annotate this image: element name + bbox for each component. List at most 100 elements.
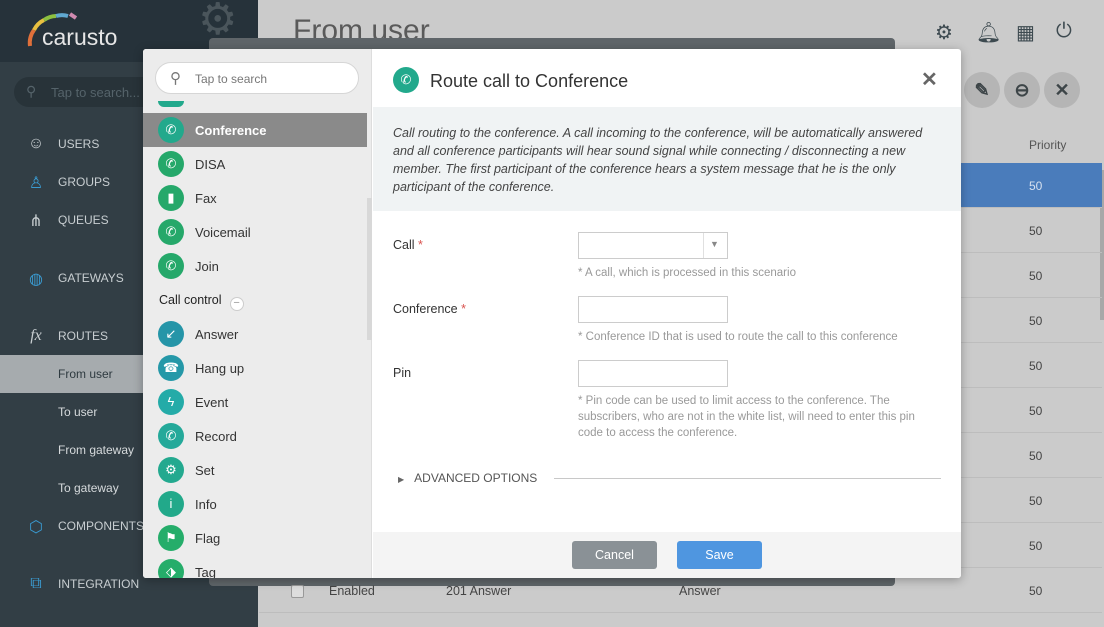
label: GROUPS bbox=[58, 175, 111, 189]
apps-grid-icon[interactable]: ▦ bbox=[1016, 20, 1035, 45]
priority-cell: 50 bbox=[1029, 539, 1043, 553]
label: GATEWAYS bbox=[58, 271, 124, 285]
list-item-record[interactable]: ✆ Record bbox=[143, 419, 367, 453]
label: QUEUES bbox=[58, 213, 109, 227]
priority-cell: 50 bbox=[1029, 359, 1043, 373]
integration-icon: ⧉ bbox=[30, 575, 42, 592]
partial-list-icon bbox=[158, 101, 184, 107]
priority-cell: 50 bbox=[1029, 224, 1043, 238]
edit-button[interactable]: ✎ bbox=[964, 72, 1000, 108]
search-placeholder: Tap to search... bbox=[51, 85, 140, 100]
pin-label: Pin bbox=[393, 366, 412, 380]
pin-input[interactable] bbox=[578, 360, 728, 387]
list-item-answer[interactable]: ↙ Answer bbox=[143, 317, 367, 351]
settings-icon[interactable]: ⚙ bbox=[935, 20, 953, 45]
call-select[interactable]: ▼ bbox=[578, 232, 728, 259]
call-help: * A call, which is processed in this sce… bbox=[578, 267, 796, 279]
label: COMPONENTS bbox=[58, 519, 145, 533]
search-icon: ⚲ bbox=[26, 83, 37, 99]
modal-footer: Cancel Save bbox=[373, 532, 961, 578]
row-status: Enabled bbox=[329, 584, 375, 598]
list-item-label: Event bbox=[195, 395, 229, 410]
list-item-label: Tag bbox=[195, 565, 216, 578]
priority-column-header[interactable]: Priority bbox=[1029, 138, 1066, 152]
list-item-event[interactable]: ϟ Event bbox=[143, 385, 367, 419]
advanced-options-toggle[interactable]: ▶ ADVANCED OPTIONS bbox=[398, 471, 537, 485]
list-item-label: Info bbox=[195, 497, 217, 512]
list-item-label: Voicemail bbox=[195, 225, 251, 240]
group-call-control[interactable]: Call control − bbox=[159, 293, 244, 311]
list-item-label: Flag bbox=[195, 531, 221, 546]
list-item-label: Hang up bbox=[195, 361, 245, 376]
voicemail-icon: ✆ bbox=[158, 219, 184, 245]
label: To gateway bbox=[58, 481, 119, 495]
conference-icon: ✆ bbox=[393, 67, 419, 93]
disa-icon: ✆ bbox=[158, 151, 184, 177]
conference-icon: ✆ bbox=[158, 117, 184, 143]
group-label: Call control bbox=[159, 293, 222, 307]
priority-cell: 50 bbox=[1029, 584, 1043, 598]
list-item-label: Join bbox=[195, 259, 219, 274]
divider bbox=[554, 478, 941, 479]
groups-icon: ♙ bbox=[28, 175, 44, 192]
row-checkbox[interactable] bbox=[291, 585, 304, 598]
collapse-icon[interactable]: − bbox=[229, 297, 244, 311]
conference-input[interactable] bbox=[578, 296, 728, 323]
conference-help: * Conference ID that is used to route th… bbox=[578, 331, 898, 343]
cancel-button[interactable]: Cancel bbox=[572, 541, 657, 569]
list-scrollbar[interactable] bbox=[367, 198, 372, 340]
component-list-panel: ⚲ Tap to search ✆ Conference ✆ DISA ▮ Fax ✆ Voi… bbox=[143, 49, 372, 578]
close-icon[interactable]: ✕ bbox=[921, 67, 938, 92]
flag-icon: ⚑ bbox=[158, 525, 184, 551]
join-icon: ✆ bbox=[158, 253, 184, 279]
cube-icon: ⬡ bbox=[29, 519, 43, 536]
priority-cell: 50 bbox=[1029, 404, 1043, 418]
priority-cell: 50 bbox=[1029, 314, 1043, 328]
conference-label: Conference * bbox=[393, 302, 466, 316]
delete-button[interactable]: ✕ bbox=[1044, 72, 1080, 108]
list-item-label: Set bbox=[195, 463, 215, 478]
chevron-down-icon: ▼ bbox=[710, 239, 719, 249]
call-label: Call * bbox=[393, 238, 423, 252]
priority-cell: 50 bbox=[1029, 494, 1043, 508]
priority-cell: 50 bbox=[1029, 449, 1043, 463]
list-item-join[interactable]: ✆ Join bbox=[143, 249, 367, 283]
list-item-disa[interactable]: ✆ DISA bbox=[143, 147, 367, 181]
power-icon[interactable]: ⏻ bbox=[1056, 20, 1072, 43]
info-icon: i bbox=[158, 491, 184, 517]
globe-icon: ◍ bbox=[29, 271, 43, 288]
logo: carusto bbox=[42, 24, 118, 50]
list-item-voicemail[interactable]: ✆ Voicemail bbox=[143, 215, 367, 249]
list-item-info[interactable]: i Info bbox=[143, 487, 367, 521]
list-item-label: Record bbox=[195, 429, 237, 444]
row-name: 201 Answer bbox=[446, 584, 512, 598]
list-item-conference[interactable]: ✆ Conference bbox=[143, 113, 367, 147]
save-button[interactable]: Save bbox=[677, 541, 762, 569]
hang-up-icon: ☎ bbox=[158, 355, 184, 381]
label: From gateway bbox=[58, 443, 135, 457]
fx-icon: fx bbox=[30, 327, 42, 344]
route-modal: ⚲ Tap to search ✆ Conference ✆ DISA ▮ Fax ✆ Voi… bbox=[143, 49, 961, 578]
description: Call routing to the conference. A call i… bbox=[373, 107, 961, 211]
pin-help: * Pin code can be used to limit access t… bbox=[578, 395, 915, 439]
label: ROUTES bbox=[58, 329, 109, 343]
component-search-input[interactable]: ⚲ Tap to search bbox=[155, 62, 359, 94]
modal-title: Route call to Conference bbox=[430, 71, 629, 91]
list-item-label: DISA bbox=[195, 157, 226, 172]
list-item-set[interactable]: ⚙ Set bbox=[143, 453, 367, 487]
priority-cell: 50 bbox=[1029, 179, 1043, 193]
list-item-tag[interactable]: ⬗ Tag bbox=[143, 555, 367, 578]
search-icon: ⚲ bbox=[170, 70, 181, 87]
list-item-fax[interactable]: ▮ Fax bbox=[143, 181, 367, 215]
disable-button[interactable]: ⊖ bbox=[1004, 72, 1040, 108]
list-item-flag[interactable]: ⚑ Flag bbox=[143, 521, 367, 555]
label: INTEGRATION bbox=[58, 577, 140, 591]
set-icon: ⚙ bbox=[158, 457, 184, 483]
list-item-hang-up[interactable]: ☎ Hang up bbox=[143, 351, 367, 385]
record-icon: ✆ bbox=[158, 423, 184, 449]
label: To user bbox=[58, 405, 98, 419]
list-item-label: Fax bbox=[195, 191, 217, 206]
event-icon: ϟ bbox=[158, 389, 184, 415]
bell-icon[interactable]: 🔔︎ bbox=[976, 20, 1001, 45]
label: From user bbox=[58, 367, 113, 381]
